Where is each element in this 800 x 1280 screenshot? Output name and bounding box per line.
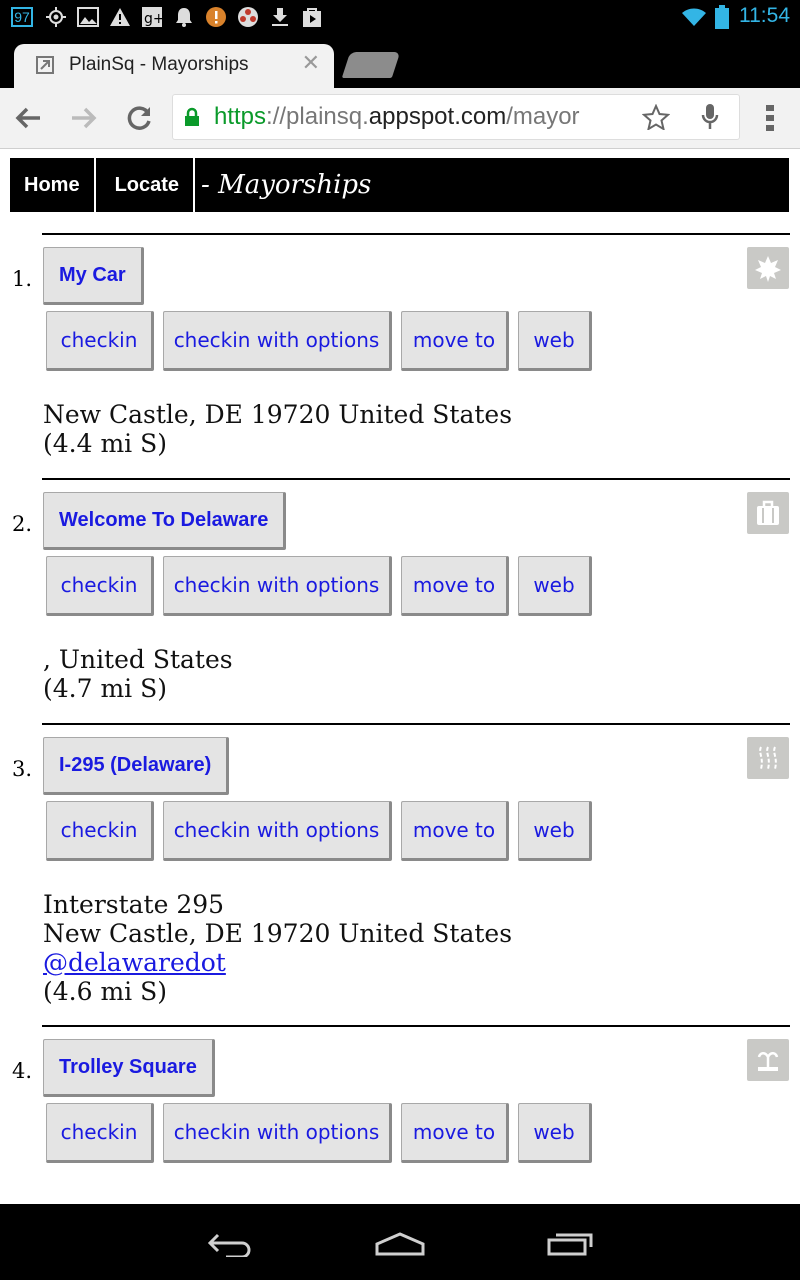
web-button[interactable]: web bbox=[518, 1103, 592, 1163]
image-icon bbox=[76, 5, 100, 29]
url-text: https://plainsq.appspot.com/mayor bbox=[214, 103, 614, 131]
leaf-icon bbox=[747, 247, 789, 289]
status-bar: 97 g+ 11:54 bbox=[0, 0, 800, 34]
item-number: 1. bbox=[12, 267, 33, 291]
road-icon bbox=[747, 737, 789, 779]
checkin-button[interactable]: checkin bbox=[46, 801, 154, 861]
web-page: Home Locate - Mayorships 1. My Car check… bbox=[0, 149, 800, 1204]
browser-tab[interactable]: PlainSq - Mayorships ✕ bbox=[14, 44, 334, 88]
nav-locate-link[interactable]: Locate bbox=[96, 158, 196, 212]
checkin-button[interactable]: checkin bbox=[46, 1103, 154, 1163]
item-number: 2. bbox=[12, 512, 33, 536]
clock: 11:54 bbox=[739, 4, 790, 27]
lock-icon bbox=[184, 107, 200, 131]
item-number: 3. bbox=[12, 757, 33, 781]
url-separator: :// bbox=[266, 103, 287, 130]
divider bbox=[42, 723, 790, 725]
move-to-button[interactable]: move to bbox=[401, 556, 509, 616]
address-line: Interstate 295 bbox=[43, 890, 225, 919]
download-icon bbox=[268, 5, 292, 29]
system-navigation-bar bbox=[0, 1204, 800, 1280]
venue-button[interactable]: Welcome To Delaware bbox=[43, 492, 287, 550]
new-tab-button[interactable] bbox=[341, 52, 401, 78]
address-line: , United States bbox=[43, 645, 233, 674]
action-row: checkin checkin with options move to web bbox=[46, 1103, 601, 1163]
svg-text:g+: g+ bbox=[144, 11, 163, 27]
url-bar[interactable]: https://plainsq.appspot.com/mayor bbox=[172, 94, 740, 140]
back-nav-icon[interactable] bbox=[200, 1224, 260, 1264]
web-button[interactable]: web bbox=[518, 801, 592, 861]
checkin-button[interactable]: checkin bbox=[46, 311, 154, 371]
reload-icon[interactable] bbox=[122, 100, 158, 136]
divider bbox=[42, 1025, 790, 1027]
action-row: checkin checkin with options move to web bbox=[46, 801, 601, 861]
distance: (4.6 mi S) bbox=[43, 977, 167, 1006]
alert-icon bbox=[204, 5, 228, 29]
divider bbox=[42, 478, 790, 480]
checkin-button[interactable]: checkin bbox=[46, 556, 154, 616]
move-to-button[interactable]: move to bbox=[401, 311, 509, 371]
address-line: New Castle, DE 19720 United States bbox=[43, 400, 513, 429]
badge-97-icon: 97 bbox=[8, 5, 36, 29]
play-store-icon bbox=[300, 5, 324, 29]
tab-close-icon[interactable]: ✕ bbox=[302, 51, 320, 76]
browser-toolbar: https://plainsq.appspot.com/mayor bbox=[0, 88, 800, 149]
action-row: checkin checkin with options move to web bbox=[46, 556, 601, 616]
divider bbox=[42, 233, 790, 235]
move-to-button[interactable]: move to bbox=[401, 801, 509, 861]
back-icon[interactable] bbox=[10, 100, 46, 136]
bell-icon bbox=[172, 5, 196, 29]
twitter-link[interactable]: @delawaredot bbox=[43, 948, 226, 977]
home-nav-icon[interactable] bbox=[370, 1224, 430, 1264]
microphone-icon[interactable] bbox=[700, 103, 720, 135]
venue-address: New Castle, DE 19720 United States (4.4 … bbox=[43, 400, 512, 458]
url-path: /mayor bbox=[506, 103, 580, 130]
move-to-button[interactable]: move to bbox=[401, 1103, 509, 1163]
distance: (4.4 mi S) bbox=[43, 429, 167, 458]
checkin-with-options-button[interactable]: checkin with options bbox=[163, 801, 392, 861]
wifi-icon bbox=[680, 5, 708, 29]
tab-title: PlainSq - Mayorships bbox=[69, 54, 249, 75]
venue-button[interactable]: My Car bbox=[43, 247, 144, 305]
venue-address: , United States (4.7 mi S) bbox=[43, 645, 233, 703]
page-title: - Mayorships bbox=[201, 170, 372, 200]
url-scheme: https bbox=[214, 103, 267, 130]
nav-home-link[interactable]: Home bbox=[10, 158, 96, 212]
venue-button[interactable]: I-295 (Delaware) bbox=[43, 737, 230, 795]
bookmark-star-icon[interactable] bbox=[641, 103, 671, 134]
checkin-with-options-button[interactable]: checkin with options bbox=[163, 311, 392, 371]
web-button[interactable]: web bbox=[518, 556, 592, 616]
venue-button[interactable]: Trolley Square bbox=[43, 1039, 215, 1097]
recent-apps-icon[interactable] bbox=[540, 1224, 600, 1264]
action-row: checkin checkin with options move to web bbox=[46, 311, 601, 371]
checkin-with-options-button[interactable]: checkin with options bbox=[163, 1103, 392, 1163]
venue-address: Interstate 295 New Castle, DE 19720 Unit… bbox=[43, 890, 512, 1006]
checkin-with-options-button[interactable]: checkin with options bbox=[163, 556, 392, 616]
address-line: New Castle, DE 19720 United States bbox=[43, 919, 513, 948]
pinwheel-icon bbox=[236, 5, 260, 29]
battery-icon bbox=[714, 5, 730, 29]
tab-strip: PlainSq - Mayorships ✕ bbox=[0, 34, 800, 88]
url-domain: appspot.com bbox=[368, 103, 507, 130]
favicon-icon bbox=[36, 56, 54, 74]
url-subdomain: plainsq. bbox=[286, 103, 369, 130]
item-number: 4. bbox=[12, 1059, 33, 1083]
suitcase-icon bbox=[747, 492, 789, 534]
distance: (4.7 mi S) bbox=[43, 674, 167, 703]
forward-icon[interactable] bbox=[66, 100, 102, 136]
google-plus-icon: g+ bbox=[140, 5, 164, 29]
site-nav: Home Locate - Mayorships bbox=[10, 158, 789, 212]
fountain-icon bbox=[747, 1039, 789, 1081]
web-button[interactable]: web bbox=[518, 311, 592, 371]
menu-icon[interactable] bbox=[752, 100, 788, 136]
gps-icon bbox=[44, 5, 68, 29]
warning-icon bbox=[108, 5, 132, 29]
